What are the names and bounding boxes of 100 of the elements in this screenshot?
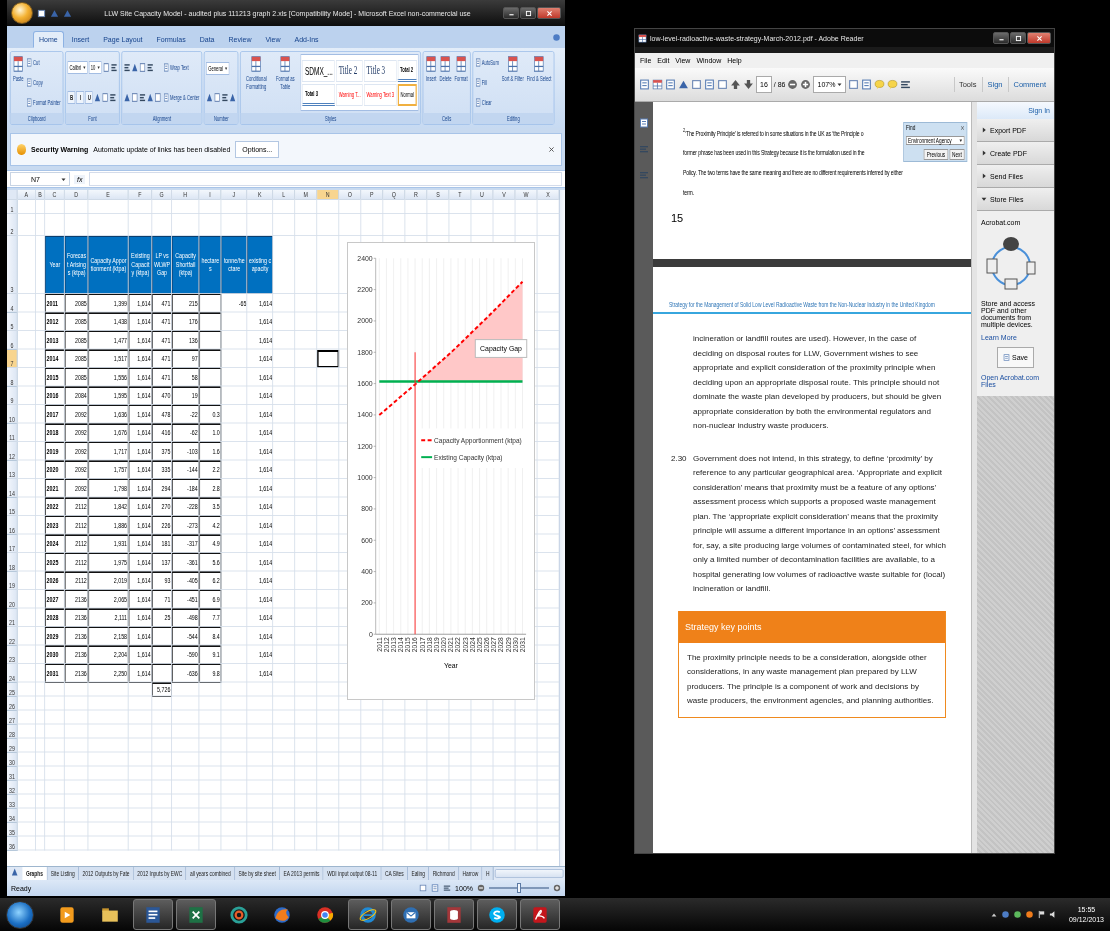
- style-cell[interactable]: SDMX_...: [302, 59, 336, 82]
- swoosh-icon: [530, 904, 550, 925]
- table-cell: [199, 368, 222, 387]
- vertical-scrollbar[interactable]: [971, 102, 977, 853]
- maximize-button[interactable]: [520, 7, 536, 19]
- close-button[interactable]: [1027, 32, 1051, 44]
- square-icon[interactable]: [139, 62, 146, 74]
- close-icon[interactable]: [548, 146, 555, 153]
- page-icon: [163, 63, 169, 73]
- taskbar-button[interactable]: [176, 899, 216, 930]
- taskbar-button[interactable]: [391, 899, 431, 930]
- database-icon: [444, 904, 464, 925]
- caret-icon: [83, 65, 86, 71]
- close-icon: [1035, 34, 1043, 42]
- sheet-icon: [507, 55, 519, 73]
- orbit-icon: [358, 904, 378, 925]
- envelope-icon: [401, 904, 421, 925]
- square-icon[interactable]: [103, 62, 110, 74]
- sheet-icon: [440, 55, 451, 73]
- lines-icon[interactable]: [146, 62, 154, 74]
- caret-icon: [97, 65, 101, 71]
- zoom-out-icon[interactable]: [477, 884, 485, 892]
- caret-icon: [61, 176, 66, 182]
- taskbar-button[interactable]: [434, 899, 474, 930]
- caret-icon: [224, 65, 228, 71]
- taskbar-button[interactable]: [520, 899, 560, 930]
- square-icon[interactable]: [154, 91, 162, 103]
- office-button[interactable]: [11, 2, 33, 24]
- horizontal-scrollbar[interactable]: [495, 869, 564, 878]
- lines-icon[interactable]: [123, 62, 131, 74]
- zoom-in-icon[interactable]: [800, 79, 812, 90]
- paragraph-number: 2.30: [671, 453, 687, 463]
- table-cell: [152, 627, 172, 646]
- page-icon: [475, 97, 481, 107]
- sheet-icon: [250, 55, 262, 73]
- wheel-icon: [315, 904, 335, 925]
- zoom-out-icon[interactable]: [787, 79, 799, 90]
- page-icon: [475, 78, 481, 87]
- flag-icon[interactable]: [1036, 910, 1046, 919]
- box-title: Strategy key points: [679, 610, 945, 643]
- slider-thumb[interactable]: [517, 883, 521, 893]
- page-icon: [26, 78, 32, 87]
- sheet-icon: [12, 55, 24, 73]
- caret-icon: [959, 137, 963, 143]
- maximize-icon: [524, 9, 532, 17]
- triangle-icon[interactable]: [94, 91, 101, 103]
- vertical-scrollbar[interactable]: [559, 190, 565, 866]
- start-button[interactable]: [6, 900, 34, 929]
- zoom-in-icon[interactable]: [553, 884, 561, 892]
- create-icon[interactable]: [652, 79, 663, 90]
- close-icon: [545, 9, 553, 17]
- square-icon[interactable]: [214, 92, 221, 104]
- sheet-icon: [280, 55, 291, 73]
- caret-icon: [837, 82, 843, 87]
- page-icon: [26, 97, 32, 107]
- paragraph: incineration or landfill routes are used). However, in the case of deciding on disposal routes for LLW, Government wishes to see appropriate and explicit consideration of the proximity principle when deciding upon an appropriate disposal route. This principle should not dominate the waste plan developed by producers, but should be given appropriate consideration by both the environmental regulators and non-nuclear industry waste producers.: [693, 333, 943, 432]
- table-cell: [199, 331, 222, 350]
- bubble-icon: [487, 904, 507, 925]
- sheet-icon: [425, 55, 437, 73]
- pdf-icon: [638, 32, 647, 44]
- style-cell[interactable]: Title 3: [364, 59, 397, 82]
- lines-icon[interactable]: [110, 62, 118, 74]
- arrow-up-icon[interactable]: [730, 79, 741, 90]
- formula-field[interactable]: [89, 172, 562, 186]
- page-number: 15: [671, 212, 684, 224]
- square-icon[interactable]: [131, 91, 138, 103]
- play-icon: [57, 904, 77, 925]
- close-icon[interactable]: [960, 124, 965, 131]
- minimize-button[interactable]: [503, 7, 519, 19]
- style-cell[interactable]: Title 2: [336, 59, 364, 82]
- swirl-icon: [229, 904, 249, 925]
- taskbar-button[interactable]: [477, 899, 517, 930]
- sheet-icon: [533, 55, 545, 73]
- maximize-button[interactable]: [1010, 32, 1026, 44]
- taskbar-button[interactable]: [133, 899, 173, 930]
- pages-icon[interactable]: [639, 116, 649, 130]
- lines-icon[interactable]: [109, 91, 117, 103]
- table-cell: [199, 294, 222, 313]
- table-cell: [152, 664, 172, 683]
- minimize-button[interactable]: [993, 32, 1009, 44]
- document-icon: [143, 904, 163, 925]
- close-button[interactable]: [537, 7, 561, 19]
- help-icon[interactable]: [552, 32, 561, 42]
- globe-icon: [272, 904, 292, 925]
- arrow-down-icon[interactable]: [743, 79, 754, 90]
- square-icon[interactable]: [102, 91, 109, 103]
- lines-icon[interactable]: [221, 92, 229, 104]
- maximize-icon: [1014, 34, 1022, 42]
- paragraph: Government does not intend, in this strategy, to define ‘proximity’ by reference to any particular geographical area. ‘Appropriate and explicit consideration’ means that proximity must be a feature of any options’ assessment process which supports a proposed waste management plan. The ‘appropriate explicit consideration’ means that the proximity principle will assume a different importance in an options’ assessment for, say, a site producing large volumes of contaminated steel, for which only a limited number of decontamination facilities are available, to a hospital generating low volumes of radioactive waste suitable for (local) incineration or landfill.: [693, 452, 946, 595]
- lines-icon[interactable]: [139, 91, 146, 103]
- spreadsheet-icon: [186, 904, 206, 925]
- taskbar-button[interactable]: [348, 899, 388, 930]
- page-icon: [475, 58, 481, 68]
- triangle-icon[interactable]: [206, 92, 213, 104]
- triangle-icon[interactable]: [131, 62, 138, 74]
- page-icon: [26, 58, 32, 68]
- paragraph: The proximity principle needs to be a consideration, alongside other considerations, in any waste management plan prepared by LLW producers. The principle is a component of work and decisions by waste producers, the environment agencies, and planning authorities.: [686, 651, 935, 707]
- shield-icon: [17, 144, 26, 155]
- triangle-icon[interactable]: [229, 92, 237, 104]
- page-icon: [163, 92, 169, 102]
